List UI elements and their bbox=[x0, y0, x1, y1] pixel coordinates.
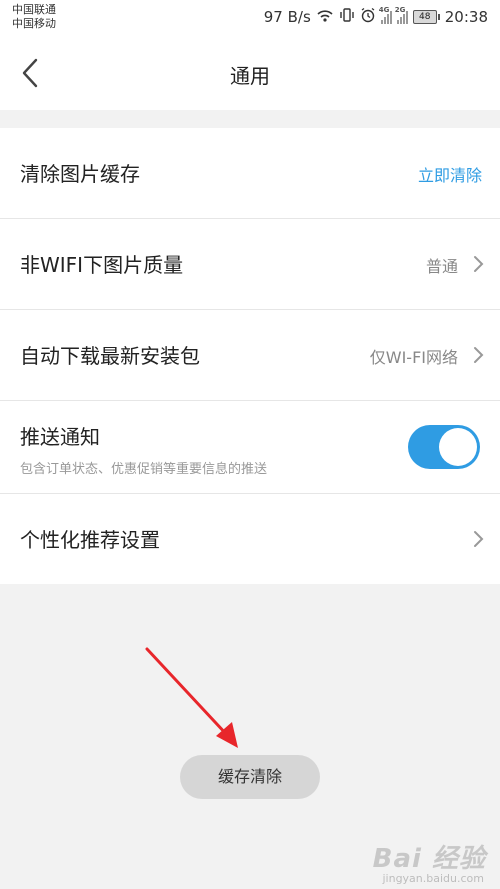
setting-auto-download[interactable]: 自动下载最新安装包 仅WI-FI网络 bbox=[0, 310, 500, 401]
signal-1-icon: 4G bbox=[379, 6, 392, 24]
chevron-right-icon bbox=[474, 256, 484, 272]
setting-value: 普通 bbox=[425, 257, 458, 276]
signal-2-tag: 2G bbox=[394, 6, 406, 14]
wifi-icon bbox=[316, 7, 334, 27]
vibrate-icon bbox=[339, 7, 355, 27]
chevron-right-icon bbox=[474, 531, 484, 547]
cache-clear-button[interactable]: 缓存清除 bbox=[180, 755, 320, 799]
page-title: 通用 bbox=[230, 64, 270, 88]
clock: 20:38 bbox=[444, 8, 488, 26]
setting-clear-image-cache: 清除图片缓存 立即清除 bbox=[0, 128, 500, 219]
setting-label: 非WIFI下图片质量 bbox=[20, 253, 184, 277]
net-speed: 97 B/s bbox=[263, 8, 311, 26]
alarm-icon bbox=[360, 7, 376, 27]
signal-2-icon: 2G bbox=[395, 6, 408, 24]
setting-image-quality[interactable]: 非WIFI下图片质量 普通 bbox=[0, 219, 500, 310]
settings-list: 清除图片缓存 立即清除 非WIFI下图片质量 普通 自动下载最新安装包 仅WI-… bbox=[0, 128, 500, 584]
push-toggle[interactable] bbox=[408, 425, 480, 469]
watermark-text: Bai 经验 bbox=[372, 844, 486, 874]
clear-now-link[interactable]: 立即清除 bbox=[418, 162, 482, 186]
setting-subtitle: 包含订单状态、优惠促销等重要信息的推送 bbox=[20, 462, 268, 477]
chevron-right-icon bbox=[474, 347, 484, 363]
signal-1-tag: 4G bbox=[378, 6, 390, 14]
setting-label: 个性化推荐设置 bbox=[20, 528, 160, 552]
battery-icon: 48 bbox=[412, 10, 440, 24]
setting-label: 清除图片缓存 bbox=[20, 162, 140, 186]
top-app-bar: 通用 bbox=[0, 36, 500, 110]
baidu-jingyan-watermark: Bai 经验 jingyan.baidu.com bbox=[372, 838, 486, 885]
status-bar: 中国联通 中国移动 97 B/s 4G 2G 48 20:38 bbox=[0, 0, 500, 36]
carrier-1: 中国联通 bbox=[12, 3, 56, 16]
toggle-knob bbox=[439, 428, 477, 466]
status-icons: 97 B/s 4G 2G 48 20:38 bbox=[264, 6, 488, 28]
setting-label: 推送通知 bbox=[20, 425, 100, 449]
setting-push-notifications: 推送通知 包含订单状态、优惠促销等重要信息的推送 bbox=[0, 401, 500, 494]
battery-level: 48 bbox=[412, 10, 437, 24]
carrier-2: 中国移动 bbox=[12, 17, 56, 30]
watermark-url: jingyan.baidu.com bbox=[382, 872, 484, 885]
setting-personalization[interactable]: 个性化推荐设置 bbox=[0, 494, 500, 584]
setting-label: 自动下载最新安装包 bbox=[20, 344, 200, 368]
setting-value: 仅WI-FI网络 bbox=[369, 348, 458, 367]
